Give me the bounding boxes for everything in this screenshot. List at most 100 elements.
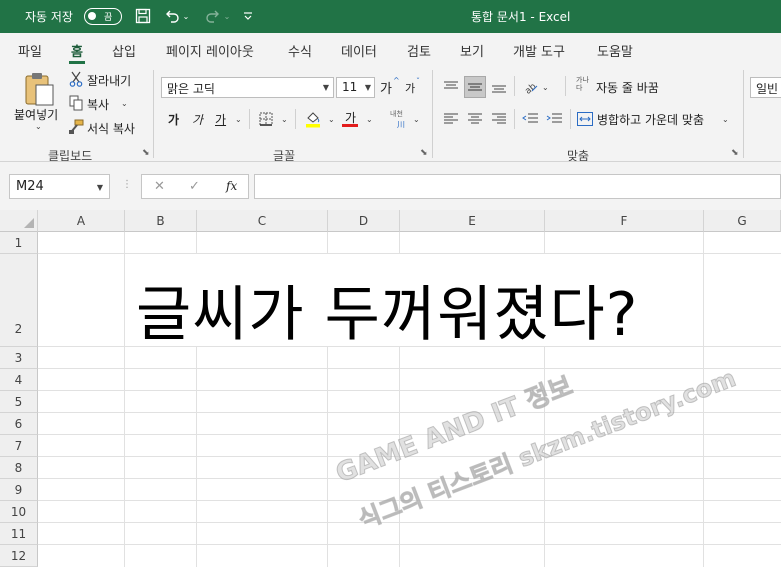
column-header[interactable]: D: [328, 210, 400, 232]
copy-dropdown-icon[interactable]: ⌄: [121, 99, 128, 108]
select-all-corner[interactable]: [0, 210, 38, 232]
tab-data[interactable]: 데이터: [341, 41, 377, 60]
align-bottom-icon[interactable]: [489, 77, 509, 97]
autosave-toggle[interactable]: 끔: [84, 8, 122, 25]
column-header[interactable]: B: [125, 210, 197, 232]
align-center-icon[interactable]: [465, 109, 485, 129]
font-color-dropdown-icon[interactable]: ⌄: [366, 115, 373, 124]
separator: [570, 109, 571, 129]
separator: [295, 109, 296, 129]
undo-dropdown-icon[interactable]: ⌄: [180, 6, 192, 26]
italic-button[interactable]: 가: [192, 111, 203, 128]
cut-icon[interactable]: [68, 70, 84, 88]
align-middle-icon[interactable]: [464, 76, 486, 98]
row-header[interactable]: 5: [0, 391, 38, 413]
phonetic-dropdown-icon[interactable]: ⌄: [413, 115, 420, 124]
column-header[interactable]: A: [38, 210, 125, 232]
cut-label[interactable]: 잘라내기: [87, 72, 131, 89]
cancel-icon[interactable]: ✕: [154, 179, 165, 194]
merge-center-icon[interactable]: [575, 109, 595, 129]
save-icon[interactable]: [132, 6, 154, 26]
row-header[interactable]: 12: [0, 545, 38, 567]
format-painter-label[interactable]: 서식 복사: [87, 120, 135, 137]
tab-page-layout[interactable]: 페이지 레이아웃: [166, 41, 254, 60]
row-header[interactable]: 11: [0, 523, 38, 545]
row-header[interactable]: 8: [0, 457, 38, 479]
copy-icon[interactable]: [68, 94, 84, 112]
column-header[interactable]: C: [197, 210, 328, 232]
format-painter-icon[interactable]: [68, 118, 84, 136]
row-header[interactable]: 6: [0, 413, 38, 435]
tab-review[interactable]: 검토: [407, 41, 431, 60]
redo-icon[interactable]: [201, 6, 223, 26]
separator: [249, 109, 250, 129]
row-header[interactable]: 4: [0, 369, 38, 391]
merge-center-button[interactable]: 병합하고 가운데 맞춤: [597, 111, 704, 128]
clipboard-launcher-icon[interactable]: ⬊: [142, 148, 150, 158]
align-left-icon[interactable]: [441, 109, 461, 129]
row-header[interactable]: 1: [0, 232, 38, 254]
fill-color-dropdown-icon[interactable]: ⌄: [328, 115, 335, 124]
row-header[interactable]: 3: [0, 347, 38, 369]
tab-formulas[interactable]: 수식: [288, 41, 312, 60]
font-name-select[interactable]: 맑은 고딕 ▼: [161, 77, 334, 98]
tab-developer[interactable]: 개발 도구: [513, 41, 565, 60]
orientation-dropdown-icon[interactable]: ⌄: [542, 83, 549, 92]
row-header[interactable]: 10: [0, 501, 38, 523]
paste-icon[interactable]: [20, 70, 58, 108]
orientation-icon[interactable]: ab: [520, 76, 540, 96]
number-format-select[interactable]: 일빈: [750, 77, 781, 98]
number-format-value: 일빈: [756, 82, 779, 96]
align-top-icon[interactable]: [441, 77, 461, 97]
border-icon[interactable]: [257, 109, 275, 129]
paste-label[interactable]: 붙여넣기: [14, 106, 58, 123]
resize-handle-icon[interactable]: ⋮: [122, 179, 132, 190]
font-size-select[interactable]: 11 ▼: [336, 77, 375, 98]
copy-label[interactable]: 복사: [87, 96, 109, 113]
tab-view[interactable]: 보기: [460, 41, 484, 60]
separator: [743, 70, 744, 158]
bold-button[interactable]: 가: [168, 111, 179, 128]
ribbon: 붙여넣기 ⌄ 잘라내기 복사 ⌄ 서식 복사 클립보드 ⬊ 맑은 고딕 ▼ 11…: [0, 64, 781, 163]
cell-text-large: 글씨가 두꺼워졌다?: [136, 280, 639, 350]
column-header[interactable]: F: [545, 210, 704, 232]
underline-dropdown-icon[interactable]: ⌄: [235, 115, 242, 124]
border-dropdown-icon[interactable]: ⌄: [281, 115, 288, 124]
phonetic-top[interactable]: 내천: [390, 109, 403, 119]
formula-buttons: ✕ ✓ fx: [141, 174, 249, 199]
arrow-up-icon: ^: [393, 76, 400, 85]
row-header[interactable]: 9: [0, 479, 38, 501]
wrap-text-button[interactable]: 자동 줄 바꿈: [596, 79, 659, 96]
chevron-down-icon: ▼: [322, 83, 329, 92]
gridline: [38, 368, 781, 369]
row-header[interactable]: 7: [0, 435, 38, 457]
font-launcher-icon[interactable]: ⬊: [420, 148, 428, 158]
insert-function-icon[interactable]: fx: [226, 179, 237, 193]
autosave-state: 끔: [104, 13, 113, 23]
worksheet-grid[interactable]: A B C D E F G 1 2 3 4 5 6 7 8 9 10 11 12…: [0, 210, 781, 567]
tab-home[interactable]: 홈: [69, 41, 85, 64]
chevron-down-icon[interactable]: ▼: [97, 183, 103, 192]
decrease-indent-icon[interactable]: [520, 109, 540, 129]
name-box[interactable]: M24 ▼: [9, 174, 110, 199]
tab-file[interactable]: 파일: [18, 41, 42, 60]
paste-dropdown-icon[interactable]: ⌄: [35, 122, 42, 131]
enter-icon[interactable]: ✓: [189, 179, 200, 194]
tab-insert[interactable]: 삽입: [112, 41, 136, 60]
column-header[interactable]: E: [400, 210, 545, 232]
underline-button[interactable]: 가: [215, 111, 226, 128]
document-title: 통합 문서1 - Excel: [471, 10, 571, 24]
column-header[interactable]: G: [704, 210, 781, 232]
align-right-icon[interactable]: [489, 109, 509, 129]
grow-font-button[interactable]: 가: [380, 78, 392, 97]
alignment-launcher-icon[interactable]: ⬊: [731, 148, 739, 158]
customize-toolbar-icon[interactable]: [240, 6, 256, 26]
shrink-font-button[interactable]: 가: [405, 80, 415, 96]
merge-dropdown-icon[interactable]: ⌄: [722, 115, 729, 124]
increase-indent-icon[interactable]: [544, 109, 564, 129]
formula-input[interactable]: [254, 174, 781, 199]
redo-dropdown-icon[interactable]: ⌄: [221, 6, 233, 26]
row-header[interactable]: 2: [0, 254, 38, 347]
tab-help[interactable]: 도움말: [597, 41, 633, 60]
fill-color-icon[interactable]: [304, 108, 322, 130]
